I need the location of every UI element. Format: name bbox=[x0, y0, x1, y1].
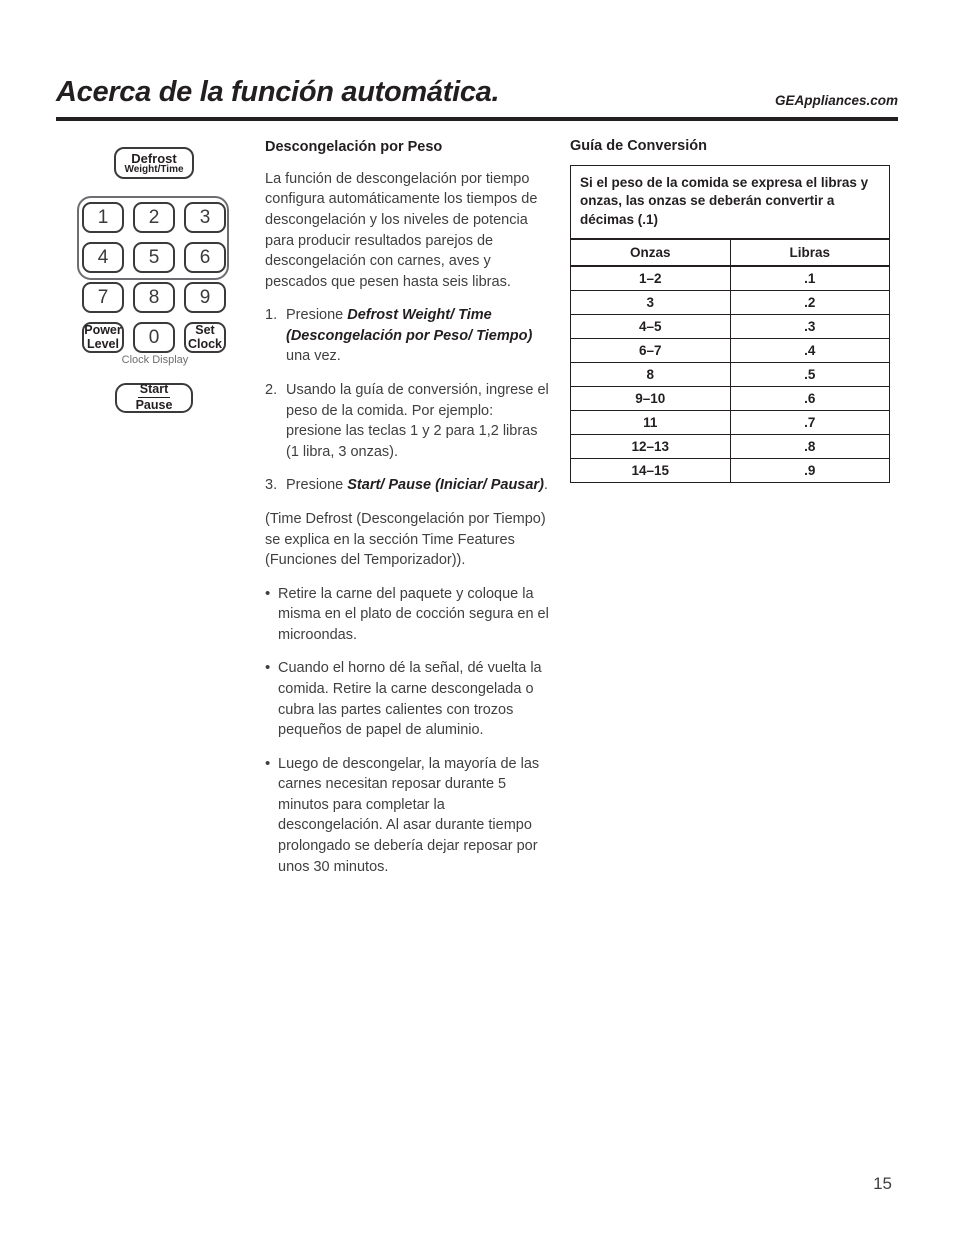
header-divider-rule bbox=[56, 117, 898, 121]
power-level-button[interactable]: Power Level bbox=[82, 322, 124, 353]
column-header-onzas: Onzas bbox=[570, 238, 731, 268]
numbered-step-2: 2. Usando la guía de conversión, ingrese … bbox=[265, 380, 551, 462]
cell-libras: .1 bbox=[729, 265, 890, 292]
table-row: 12–13 .8 bbox=[570, 434, 890, 460]
step-2-marker: 2. bbox=[265, 382, 278, 399]
numbered-step-3: 3. Presione Start/ Pause (Iniciar/ Pausar… bbox=[265, 475, 551, 496]
table-header-row: Onzas Libras bbox=[570, 238, 890, 268]
step-3-marker: 3. bbox=[265, 477, 278, 494]
time-defrost-note: (Time Defrost (Descongelación por Tiempo… bbox=[265, 510, 546, 569]
conversion-table: Si el peso de la comida se expresa el li… bbox=[570, 165, 890, 484]
defrost-weight-time-button[interactable]: Defrost Weight/Time bbox=[114, 147, 194, 179]
page-title: Acerca de la función automática. bbox=[56, 76, 500, 108]
key-2-button[interactable]: 2 bbox=[133, 202, 175, 233]
power-level-label-line2: Level bbox=[87, 336, 119, 351]
conversion-intro-cell: Si el peso de la comida se expresa el li… bbox=[570, 165, 890, 240]
site-url-label: GEAppliances.com bbox=[774, 93, 898, 108]
start-pause-label-line1: Start bbox=[137, 382, 171, 398]
page-number: 15 bbox=[873, 1174, 892, 1193]
bullet-item-1: • Retire la carne del paquete y coloque l… bbox=[265, 584, 551, 646]
table-intro-row: Si el peso de la comida se expresa el li… bbox=[570, 165, 890, 240]
table-row: 8 .5 bbox=[570, 362, 890, 388]
cell-libras: .4 bbox=[729, 338, 890, 364]
start-pause-label-line2: Pause bbox=[135, 398, 173, 412]
key-1-button[interactable]: 1 bbox=[82, 202, 124, 233]
instructions-column: Descongelación por Peso La función de de… bbox=[265, 138, 551, 890]
cell-onzas: 1–2 bbox=[570, 265, 731, 292]
column-header-libras: Libras bbox=[729, 238, 890, 268]
cell-libras: .9 bbox=[729, 458, 890, 484]
bullet-text-1: Retire la carne del paquete y coloque la… bbox=[278, 585, 549, 643]
control-panel-diagram: Defrost Weight/Time 1 2 3 4 5 6 7 8 9 Po… bbox=[75, 140, 235, 430]
cell-libras: .5 bbox=[729, 362, 890, 388]
cell-onzas: 14–15 bbox=[570, 458, 731, 484]
step-3-emphasis: Start/ Pause (Iniciar/ Pausar) bbox=[347, 477, 544, 494]
cell-onzas: 6–7 bbox=[570, 338, 731, 364]
bullet-text-3: Luego de descongelar, la mayoría de las … bbox=[278, 755, 540, 875]
step-3-pretext: Presione bbox=[286, 477, 348, 494]
cell-onzas: 11 bbox=[570, 410, 731, 436]
key-8-button[interactable]: 8 bbox=[133, 282, 175, 313]
numbered-step-1: 1. Presione Defrost Weight/ Time (Descong… bbox=[265, 305, 551, 367]
cell-libras: .7 bbox=[729, 410, 890, 436]
cell-libras: .6 bbox=[729, 386, 890, 412]
key-6-label: 6 bbox=[199, 246, 211, 268]
step-1-pretext: Presione bbox=[286, 307, 348, 324]
bullet-marker-1: • bbox=[265, 584, 271, 602]
intro-paragraph: La función de descongelación por tiempo … bbox=[265, 170, 538, 290]
bullet-marker-3: • bbox=[265, 754, 271, 772]
bullet-marker-2: • bbox=[265, 659, 271, 677]
set-clock-label-line1: Set bbox=[195, 323, 215, 338]
step-3-posttext: . bbox=[543, 477, 548, 494]
table-row: 14–15 .9 bbox=[570, 458, 890, 484]
clock-display-caption: Clock Display bbox=[121, 354, 189, 366]
table-row: 3 .2 bbox=[570, 290, 890, 316]
cell-onzas: 4–5 bbox=[570, 314, 731, 340]
key-0-label: 0 bbox=[148, 326, 160, 348]
cell-libras: .2 bbox=[729, 290, 890, 316]
table-row: 6–7 .4 bbox=[570, 338, 890, 364]
key-3-label: 3 bbox=[199, 206, 211, 228]
cell-onzas: 9–10 bbox=[570, 386, 731, 412]
key-0-button[interactable]: 0 bbox=[133, 322, 175, 353]
page-header: Acerca de la función automática. GEAppli… bbox=[56, 76, 898, 120]
conversion-table-caption: Guía de Conversión bbox=[570, 138, 707, 154]
table-row: 1–2 .1 bbox=[570, 265, 890, 292]
bullet-item-3: • Luego de descongelar, la mayoría de las… bbox=[265, 754, 551, 877]
conversion-guide-column: Guía de Conversión Si el peso de la comi… bbox=[570, 138, 890, 484]
key-7-button[interactable]: 7 bbox=[82, 282, 124, 313]
key-1-label: 1 bbox=[97, 206, 109, 228]
start-pause-button[interactable]: Start Pause bbox=[115, 382, 193, 413]
bullet-text-2: Cuando el horno dé la señal, dé vuelta l… bbox=[278, 660, 542, 739]
table-row: 4–5 .3 bbox=[570, 314, 890, 340]
cell-onzas: 3 bbox=[570, 290, 731, 316]
key-9-label: 9 bbox=[199, 286, 211, 308]
section-heading: Descongelación por Peso bbox=[265, 139, 443, 155]
table-row: 11 .7 bbox=[570, 410, 890, 436]
key-7-label: 7 bbox=[97, 286, 109, 308]
step-1-posttext: una vez. bbox=[286, 348, 341, 365]
cell-onzas: 8 bbox=[570, 362, 731, 388]
bullet-item-2: • Cuando el horno dé la señal, dé vuelta … bbox=[265, 658, 551, 740]
cell-libras: .8 bbox=[729, 434, 890, 460]
defrost-button-label-line2: Weight/Time bbox=[124, 163, 184, 175]
step-1-marker: 1. bbox=[265, 307, 278, 324]
set-clock-label-line2: Clock bbox=[187, 336, 223, 351]
key-3-button[interactable]: 3 bbox=[184, 202, 226, 233]
key-4-label: 4 bbox=[97, 246, 109, 268]
key-6-button[interactable]: 6 bbox=[184, 242, 226, 273]
power-level-label-line1: Power bbox=[84, 323, 122, 338]
set-clock-button[interactable]: Set Clock bbox=[184, 322, 226, 353]
key-4-button[interactable]: 4 bbox=[82, 242, 124, 273]
cell-onzas: 12–13 bbox=[570, 434, 731, 460]
step-2-pretext: Usando la guía de conversión, ingrese el… bbox=[286, 382, 549, 460]
key-9-button[interactable]: 9 bbox=[184, 282, 226, 313]
key-8-label: 8 bbox=[148, 286, 160, 308]
table-row: 9–10 .6 bbox=[570, 386, 890, 412]
key-5-button[interactable]: 5 bbox=[133, 242, 175, 273]
key-2-label: 2 bbox=[148, 206, 160, 228]
key-5-label: 5 bbox=[148, 246, 160, 268]
cell-libras: .3 bbox=[729, 314, 890, 340]
